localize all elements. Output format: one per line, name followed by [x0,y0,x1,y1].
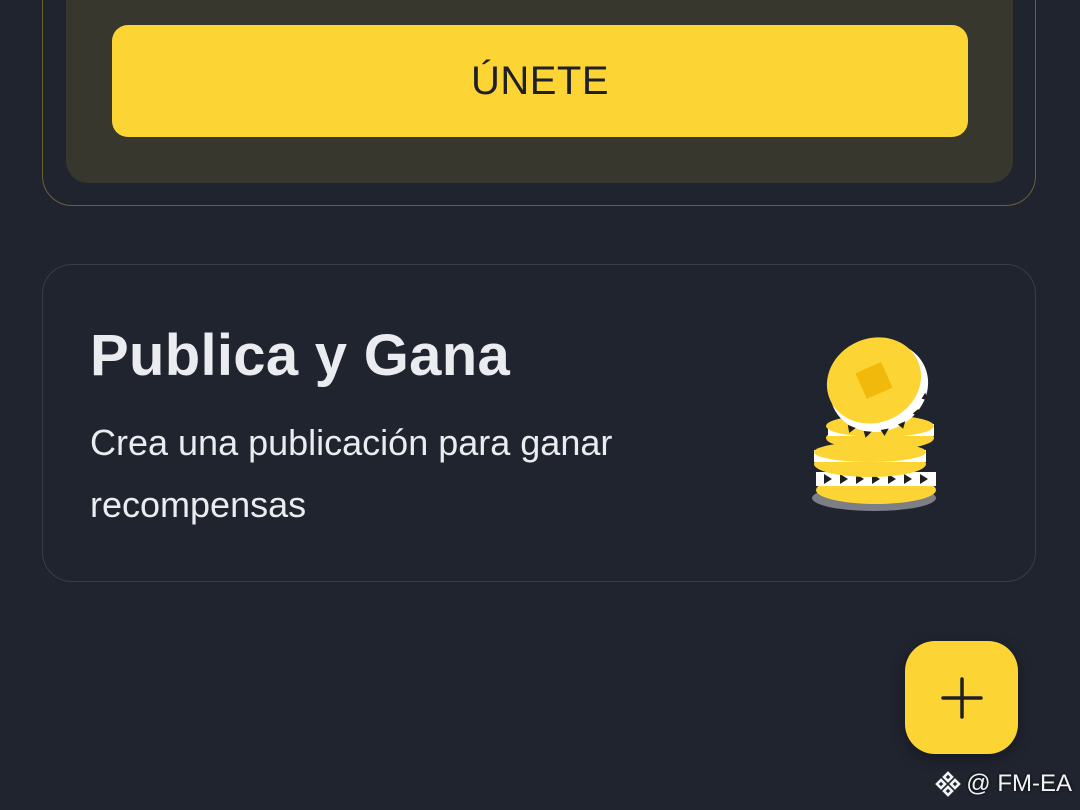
create-post-button[interactable] [905,641,1018,754]
watermark-text: @ FM-EA [966,770,1072,797]
card-title: Publica y Gana [90,323,511,388]
watermark: @ FM-EA [934,768,1072,800]
gold-coins-icon [812,337,936,511]
card-description: Crea una publicación para ganar recompen… [90,422,613,525]
join-button[interactable]: ÚNETE [112,25,968,137]
binance-logo-icon [935,771,962,797]
plus-icon [940,676,983,719]
